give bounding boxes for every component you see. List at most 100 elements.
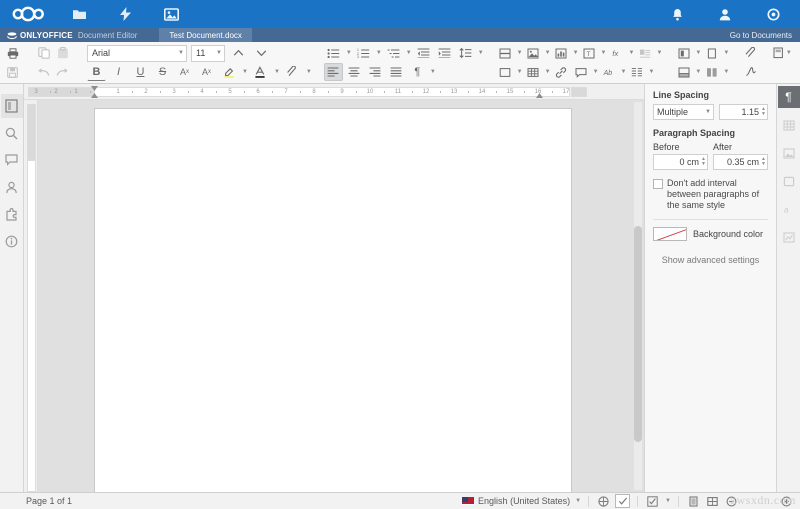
insert-equation-button[interactable]: fx bbox=[607, 44, 626, 62]
superscript-button[interactable]: Ax bbox=[175, 63, 194, 81]
document-editing-area[interactable]: 3 2 1 1 2 3 4 5 6 7 8 9 10 11 12 13 14 1… bbox=[24, 84, 644, 492]
chevron-down-icon[interactable]: ▼ bbox=[575, 498, 581, 504]
scrollbar-thumb[interactable] bbox=[634, 226, 642, 442]
chevron-down-icon[interactable]: ▼ bbox=[242, 69, 248, 75]
chevron-down-icon[interactable]: ▼ bbox=[517, 50, 523, 56]
chevron-down-icon[interactable]: ▼ bbox=[786, 50, 792, 56]
horizontal-ruler[interactable]: 3 2 1 1 2 3 4 5 6 7 8 9 10 11 12 13 14 1… bbox=[24, 84, 644, 100]
nextcloud-logo[interactable] bbox=[10, 4, 46, 24]
increment-font-size-button[interactable] bbox=[229, 44, 248, 62]
spinner-arrows-icon[interactable]: ▲ ▼ bbox=[761, 107, 766, 117]
spinner-arrows-icon[interactable]: ▲ ▼ bbox=[701, 157, 706, 167]
insert-hyperlink-button[interactable] bbox=[552, 63, 571, 81]
bold-button[interactable]: B bbox=[87, 63, 106, 81]
show-advanced-settings-link[interactable]: Show advanced settings bbox=[653, 255, 768, 265]
highlight-color-button[interactable] bbox=[219, 63, 238, 81]
decrease-indent-button[interactable] bbox=[414, 44, 433, 62]
insert-textart-button[interactable]: Ab bbox=[600, 63, 619, 81]
no-interval-checkbox-row[interactable]: Don't add interval between paragraphs of… bbox=[653, 178, 768, 211]
insert-table-button[interactable] bbox=[524, 63, 543, 81]
activity-app-icon[interactable] bbox=[110, 0, 140, 28]
sidebar-item-comments[interactable] bbox=[1, 148, 23, 172]
chevron-down-icon[interactable]: ▼ bbox=[723, 69, 729, 75]
numbering-button[interactable]: 123 bbox=[354, 44, 373, 62]
background-color-swatch[interactable] bbox=[653, 227, 687, 241]
align-right-button[interactable] bbox=[366, 63, 385, 81]
chevron-down-icon[interactable]: ▼ bbox=[593, 69, 599, 75]
nonprinting-characters-button[interactable]: ¶ bbox=[408, 63, 427, 81]
line-spacing-button[interactable] bbox=[456, 44, 475, 62]
sidebar-item-search[interactable] bbox=[1, 121, 23, 145]
chevron-down-icon[interactable]: ▼ bbox=[695, 69, 701, 75]
clear-style-button[interactable] bbox=[741, 44, 760, 62]
multilevel-list-button[interactable] bbox=[384, 44, 403, 62]
font-color-button[interactable] bbox=[251, 63, 270, 81]
rail-textart-settings[interactable]: a bbox=[778, 198, 800, 220]
undo-button[interactable] bbox=[34, 63, 53, 81]
sidebar-item-file[interactable] bbox=[0, 94, 23, 118]
contacts-icon[interactable] bbox=[710, 0, 740, 28]
chevron-down-icon[interactable]: ▼ bbox=[376, 50, 382, 56]
rail-paragraph-settings[interactable]: ¶ bbox=[777, 86, 800, 108]
set-document-language-button[interactable] bbox=[596, 494, 611, 508]
chevron-down-icon[interactable]: ▼ bbox=[601, 50, 607, 56]
chevron-down-icon[interactable]: ▼ bbox=[545, 69, 551, 75]
chevron-down-icon[interactable]: ▼ bbox=[478, 50, 484, 56]
align-justify-button[interactable] bbox=[387, 63, 406, 81]
page-margins-button[interactable] bbox=[674, 44, 693, 62]
chevron-down-icon[interactable]: ▼ bbox=[545, 50, 551, 56]
vertical-ruler[interactable] bbox=[24, 100, 38, 492]
document-tab[interactable]: Test Document.docx bbox=[159, 28, 252, 42]
files-app-icon[interactable] bbox=[64, 0, 94, 28]
copy-button[interactable] bbox=[34, 44, 53, 62]
copy-style-button[interactable] bbox=[283, 63, 302, 81]
insert-image-button[interactable] bbox=[524, 44, 543, 62]
spacing-after-spinner[interactable]: 0.35 cm ▲ ▼ bbox=[713, 154, 768, 170]
print-button[interactable] bbox=[3, 44, 22, 62]
chevron-down-icon[interactable]: ▼ bbox=[406, 50, 412, 56]
go-to-documents-link[interactable]: Go to Documents bbox=[730, 31, 792, 40]
document-language-label[interactable]: English (United States) bbox=[478, 496, 570, 506]
sidebar-item-collaboration[interactable] bbox=[1, 175, 23, 199]
fit-to-width-button[interactable] bbox=[705, 494, 720, 508]
underline-button[interactable]: U bbox=[131, 63, 150, 81]
font-size-combo[interactable]: 11 ▼ bbox=[191, 44, 225, 62]
rail-image-settings[interactable] bbox=[778, 142, 800, 164]
chevron-down-icon[interactable]: ▼ bbox=[628, 50, 634, 56]
chevron-down-icon[interactable]: ▼ bbox=[346, 50, 352, 56]
align-center-button[interactable] bbox=[345, 63, 364, 81]
insert-comment-button[interactable] bbox=[572, 63, 591, 81]
page-size-button[interactable] bbox=[674, 63, 693, 81]
notifications-bell-icon[interactable] bbox=[662, 0, 692, 28]
font-name-combo[interactable]: Arial ▼ bbox=[87, 44, 187, 62]
columns-button[interactable] bbox=[627, 63, 646, 81]
chevron-down-icon[interactable]: ▼ bbox=[573, 50, 579, 56]
align-left-button[interactable] bbox=[323, 63, 343, 81]
chevron-down-icon[interactable]: ▼ bbox=[665, 498, 671, 504]
vertical-scrollbar[interactable] bbox=[634, 102, 642, 490]
decrement-font-size-button[interactable] bbox=[252, 44, 271, 62]
sidebar-item-about[interactable] bbox=[1, 229, 23, 253]
chevron-down-icon[interactable]: ▼ bbox=[621, 69, 627, 75]
fit-to-page-button[interactable] bbox=[686, 494, 701, 508]
rail-table-settings[interactable] bbox=[778, 114, 800, 136]
save-button[interactable] bbox=[3, 63, 22, 81]
sidebar-item-plugins[interactable] bbox=[1, 202, 23, 226]
italic-button[interactable]: I bbox=[109, 63, 128, 81]
background-color-row[interactable]: Background color bbox=[653, 227, 768, 241]
insert-textbox-button[interactable]: T bbox=[580, 44, 599, 62]
no-interval-checkbox[interactable] bbox=[653, 179, 663, 189]
document-page[interactable] bbox=[95, 109, 571, 492]
spinner-arrows-icon[interactable]: ▲ ▼ bbox=[761, 157, 766, 167]
chevron-down-icon[interactable]: ▼ bbox=[656, 50, 662, 56]
rail-shape-settings[interactable] bbox=[778, 170, 800, 192]
chevron-down-icon[interactable]: ▼ bbox=[430, 69, 436, 75]
chevron-down-icon[interactable]: ▼ bbox=[306, 69, 312, 75]
rail-chart-settings[interactable] bbox=[778, 226, 800, 248]
chevron-down-icon[interactable]: ▼ bbox=[648, 69, 654, 75]
page-columns-button[interactable] bbox=[702, 63, 721, 81]
chevron-down-icon[interactable]: ▼ bbox=[517, 69, 523, 75]
redo-button[interactable] bbox=[53, 63, 72, 81]
strikethrough-button[interactable]: S bbox=[153, 63, 172, 81]
chevron-down-icon[interactable]: ▼ bbox=[723, 50, 729, 56]
